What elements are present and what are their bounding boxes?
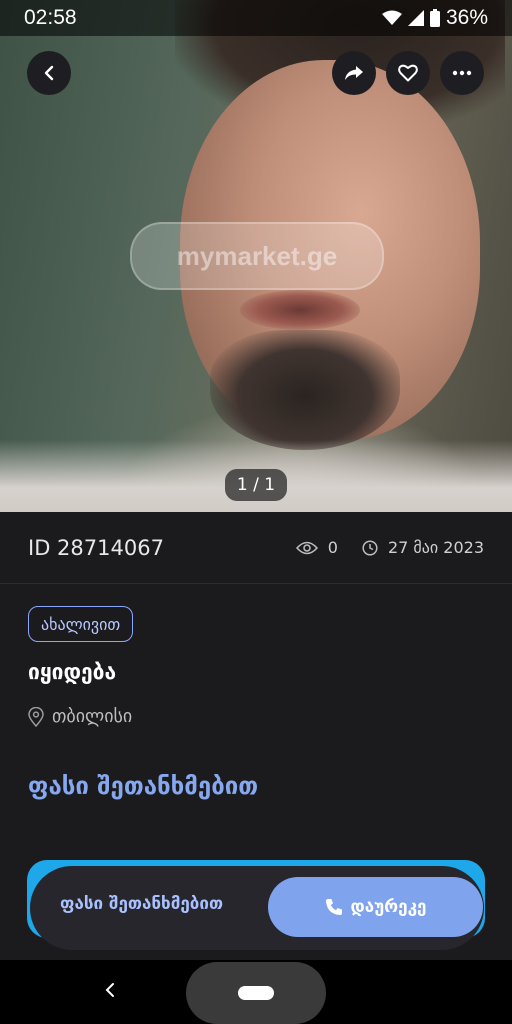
watermark: mymarket.ge	[130, 222, 384, 290]
battery-icon	[429, 9, 440, 27]
nav-back-icon[interactable]	[104, 980, 116, 1005]
product-photo[interactable]: mymarket.ge	[0, 0, 512, 512]
listing-location: თბილისი	[28, 706, 132, 727]
heart-icon	[398, 64, 418, 82]
status-icons: 36%	[381, 6, 488, 30]
location-pin-icon	[28, 706, 44, 727]
share-icon	[345, 66, 363, 80]
location-label: თბილისი	[52, 706, 133, 727]
phone-icon	[325, 899, 342, 915]
wifi-icon	[381, 10, 402, 25]
photo-mouth	[240, 290, 360, 330]
share-button[interactable]	[332, 51, 376, 95]
status-time: 02:58	[24, 6, 77, 29]
back-arrow-icon	[44, 65, 54, 81]
more-button[interactable]	[440, 51, 484, 95]
listing-stats: 0 27 მაი 2023	[295, 538, 484, 557]
photo-beard	[210, 330, 400, 450]
eye-icon	[295, 541, 318, 554]
image-counter: 1 / 1	[225, 469, 287, 501]
posted-date: 27 მაი 2023	[387, 538, 484, 557]
cta-price: ფასი შეთანხმებით	[60, 894, 224, 914]
call-button[interactable]: დაურეკე	[268, 877, 483, 937]
listing-id: ID 28714067	[28, 535, 164, 560]
listing-price: ფასი შეთანხმებით	[28, 772, 259, 800]
battery-level: 36%	[445, 6, 488, 29]
back-button[interactable]	[27, 51, 71, 95]
clock-icon	[362, 539, 378, 556]
listing-meta: ID 28714067 0 27 მაი 2023	[0, 512, 512, 584]
condition-badge: ახალივით	[28, 606, 134, 642]
signal-icon	[407, 10, 424, 26]
more-icon	[452, 70, 472, 76]
status-bar: 02:58 36%	[0, 0, 512, 36]
call-button-label: დაურეკე	[350, 897, 427, 917]
views-count: 0	[327, 538, 338, 557]
nav-home-button[interactable]	[186, 962, 326, 1024]
favorite-button[interactable]	[386, 51, 430, 95]
listing-title: იყიდება	[28, 660, 117, 684]
